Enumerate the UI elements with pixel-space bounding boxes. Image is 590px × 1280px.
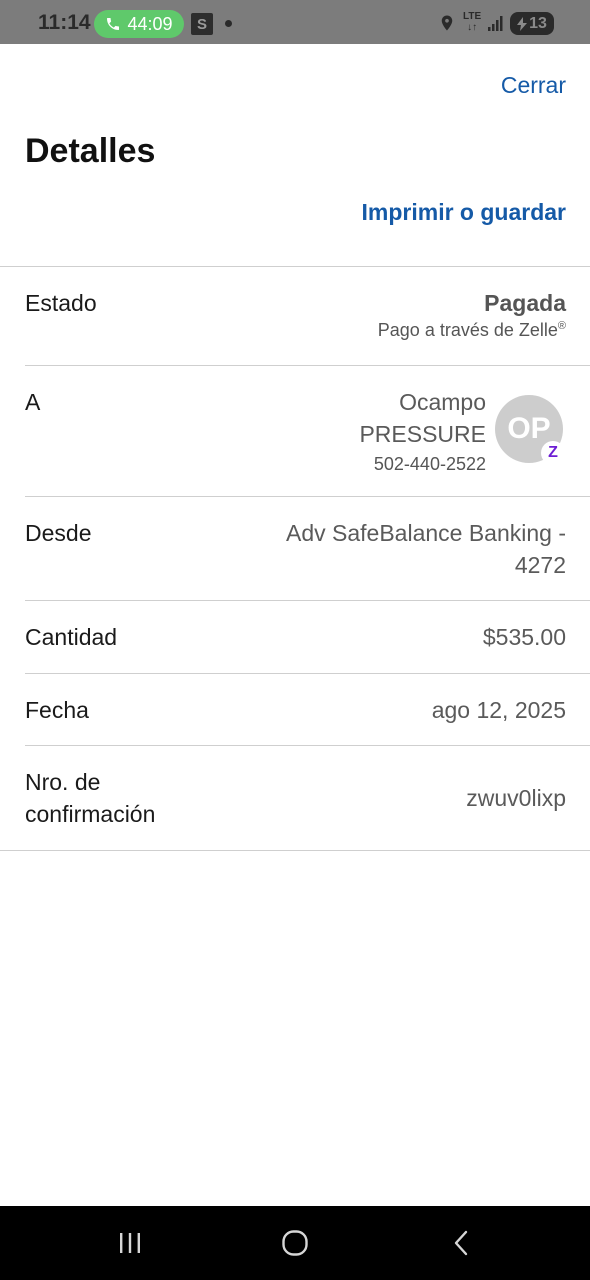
- home-icon: [282, 1230, 308, 1256]
- charging-icon: [517, 16, 528, 31]
- back-icon: [454, 1230, 468, 1256]
- divider: [0, 266, 590, 267]
- confirmation-label: Nro. de confirmación: [25, 769, 156, 827]
- back-button[interactable]: [444, 1226, 478, 1260]
- print-or-save-button[interactable]: Imprimir o guardar: [362, 199, 566, 226]
- page-title: Detalles: [25, 132, 156, 170]
- recent-apps-button[interactable]: [113, 1226, 147, 1260]
- more-notifications-dot: [225, 20, 232, 27]
- amount-label: Cantidad: [25, 624, 118, 650]
- status-label: Estado: [25, 290, 97, 316]
- date-label: Fecha: [25, 697, 89, 723]
- payment-method: Pago a través de Zelle®: [377, 320, 566, 340]
- from-label: Desde: [25, 520, 92, 546]
- call-timer: 44:09: [127, 13, 173, 34]
- divider: [25, 496, 590, 497]
- divider: [0, 850, 590, 851]
- divider: [25, 600, 590, 601]
- divider: [25, 745, 590, 746]
- close-button[interactable]: Cerrar: [501, 72, 566, 99]
- app-notification-icon: S: [191, 13, 213, 35]
- confirmation-number: zwuv0lixp: [466, 785, 566, 811]
- amount-value: $535.00: [482, 624, 566, 650]
- home-button[interactable]: [278, 1226, 312, 1260]
- call-indicator[interactable]: 44:09: [94, 10, 184, 38]
- zelle-icon: Z: [541, 441, 565, 465]
- status-time: 11:14: [38, 11, 91, 34]
- date-value: ago 12, 2025: [431, 697, 566, 723]
- recipient-phone: 502-440-2522: [373, 454, 486, 474]
- recipient-name: Ocampo PRESSURE: [359, 389, 486, 447]
- from-account: Adv SafeBalance Banking - 4272: [285, 520, 566, 578]
- recipient-label: A: [25, 389, 41, 415]
- signal-icon: [488, 16, 503, 31]
- network-type: LTE ↓↑: [463, 11, 482, 33]
- status-value: Pagada: [484, 290, 566, 316]
- navigation-bar: [0, 1206, 590, 1280]
- location-icon: [441, 15, 453, 31]
- recent-apps-icon: [120, 1233, 140, 1253]
- divider: [25, 365, 590, 366]
- divider: [25, 673, 590, 674]
- battery-indicator: 13: [510, 12, 554, 35]
- phone-icon: [107, 18, 120, 30]
- status-bar: 11:14 44:09 S LTE ↓↑ 13: [0, 0, 590, 44]
